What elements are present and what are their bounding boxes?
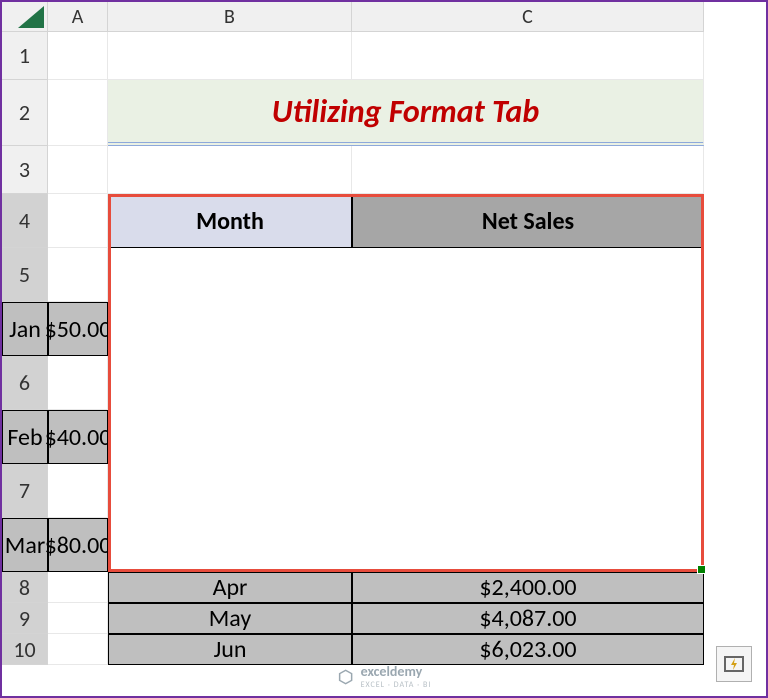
col-header-c[interactable]: C	[352, 2, 704, 32]
select-all-corner[interactable]	[2, 2, 48, 32]
cell-month-2[interactable]: Mar	[2, 518, 48, 572]
cell-a8[interactable]	[48, 572, 108, 603]
selection-outline	[108, 194, 704, 572]
cell-month-1[interactable]: Feb	[2, 410, 48, 464]
watermark-brand: exceldemy	[361, 663, 423, 680]
row-header-1[interactable]: 1	[2, 32, 48, 80]
cell-a4[interactable]	[48, 194, 108, 248]
cell-c1[interactable]	[352, 32, 704, 80]
cell-sales-2[interactable]: $80.00	[48, 518, 108, 572]
cell-b3[interactable]	[108, 146, 352, 194]
cell-month-0[interactable]: Jan	[2, 302, 48, 356]
cell-a2[interactable]	[48, 80, 108, 146]
cell-sales-3[interactable]: $2,400.00	[352, 572, 704, 603]
cell-a1[interactable]	[48, 32, 108, 80]
cell-sales-4[interactable]: $4,087.00	[352, 603, 704, 634]
header-month[interactable]: Month	[108, 194, 352, 248]
row-header-4[interactable]: 4	[2, 194, 48, 248]
spreadsheet-grid: A B C 1 2 Utilizing Format Tab 3 4 Month…	[2, 2, 766, 665]
cell-sales-1[interactable]: $40.00	[48, 410, 108, 464]
cell-c3[interactable]	[352, 146, 704, 194]
watermark: exceldemy EXCEL · DATA · BI	[337, 663, 432, 690]
cell-a3[interactable]	[48, 146, 108, 194]
quick-analysis-button[interactable]	[716, 646, 752, 682]
row-header-2[interactable]: 2	[2, 80, 48, 146]
cell-month-5[interactable]: Jun	[108, 634, 352, 665]
col-header-b[interactable]: B	[108, 2, 352, 32]
cube-icon	[337, 668, 355, 686]
col-header-a[interactable]: A	[48, 2, 108, 32]
row-header-8[interactable]: 8	[2, 572, 48, 603]
cell-sales-0[interactable]: $50.00	[48, 302, 108, 356]
cell-a6[interactable]	[48, 356, 108, 410]
cell-month-4[interactable]: May	[108, 603, 352, 634]
cell-b1[interactable]	[108, 32, 352, 80]
cell-a7[interactable]	[48, 464, 108, 518]
header-netsales[interactable]: Net Sales	[352, 194, 704, 248]
cell-a9[interactable]	[48, 603, 108, 634]
row-header-6[interactable]: 6	[2, 356, 48, 410]
row-header-3[interactable]: 3	[2, 146, 48, 194]
row-header-9[interactable]: 9	[2, 603, 48, 634]
quick-analysis-icon	[722, 652, 746, 676]
cell-month-3[interactable]: Apr	[108, 572, 352, 603]
cell-sales-5[interactable]: $6,023.00	[352, 634, 704, 665]
cell-a10[interactable]	[48, 634, 108, 665]
watermark-tagline: EXCEL · DATA · BI	[361, 680, 432, 690]
cell-a5[interactable]	[48, 248, 108, 302]
row-header-10[interactable]: 10	[2, 634, 48, 665]
row-header-5[interactable]: 5	[2, 248, 48, 302]
row-header-7[interactable]: 7	[2, 464, 48, 518]
title-cell[interactable]: Utilizing Format Tab	[108, 80, 704, 146]
